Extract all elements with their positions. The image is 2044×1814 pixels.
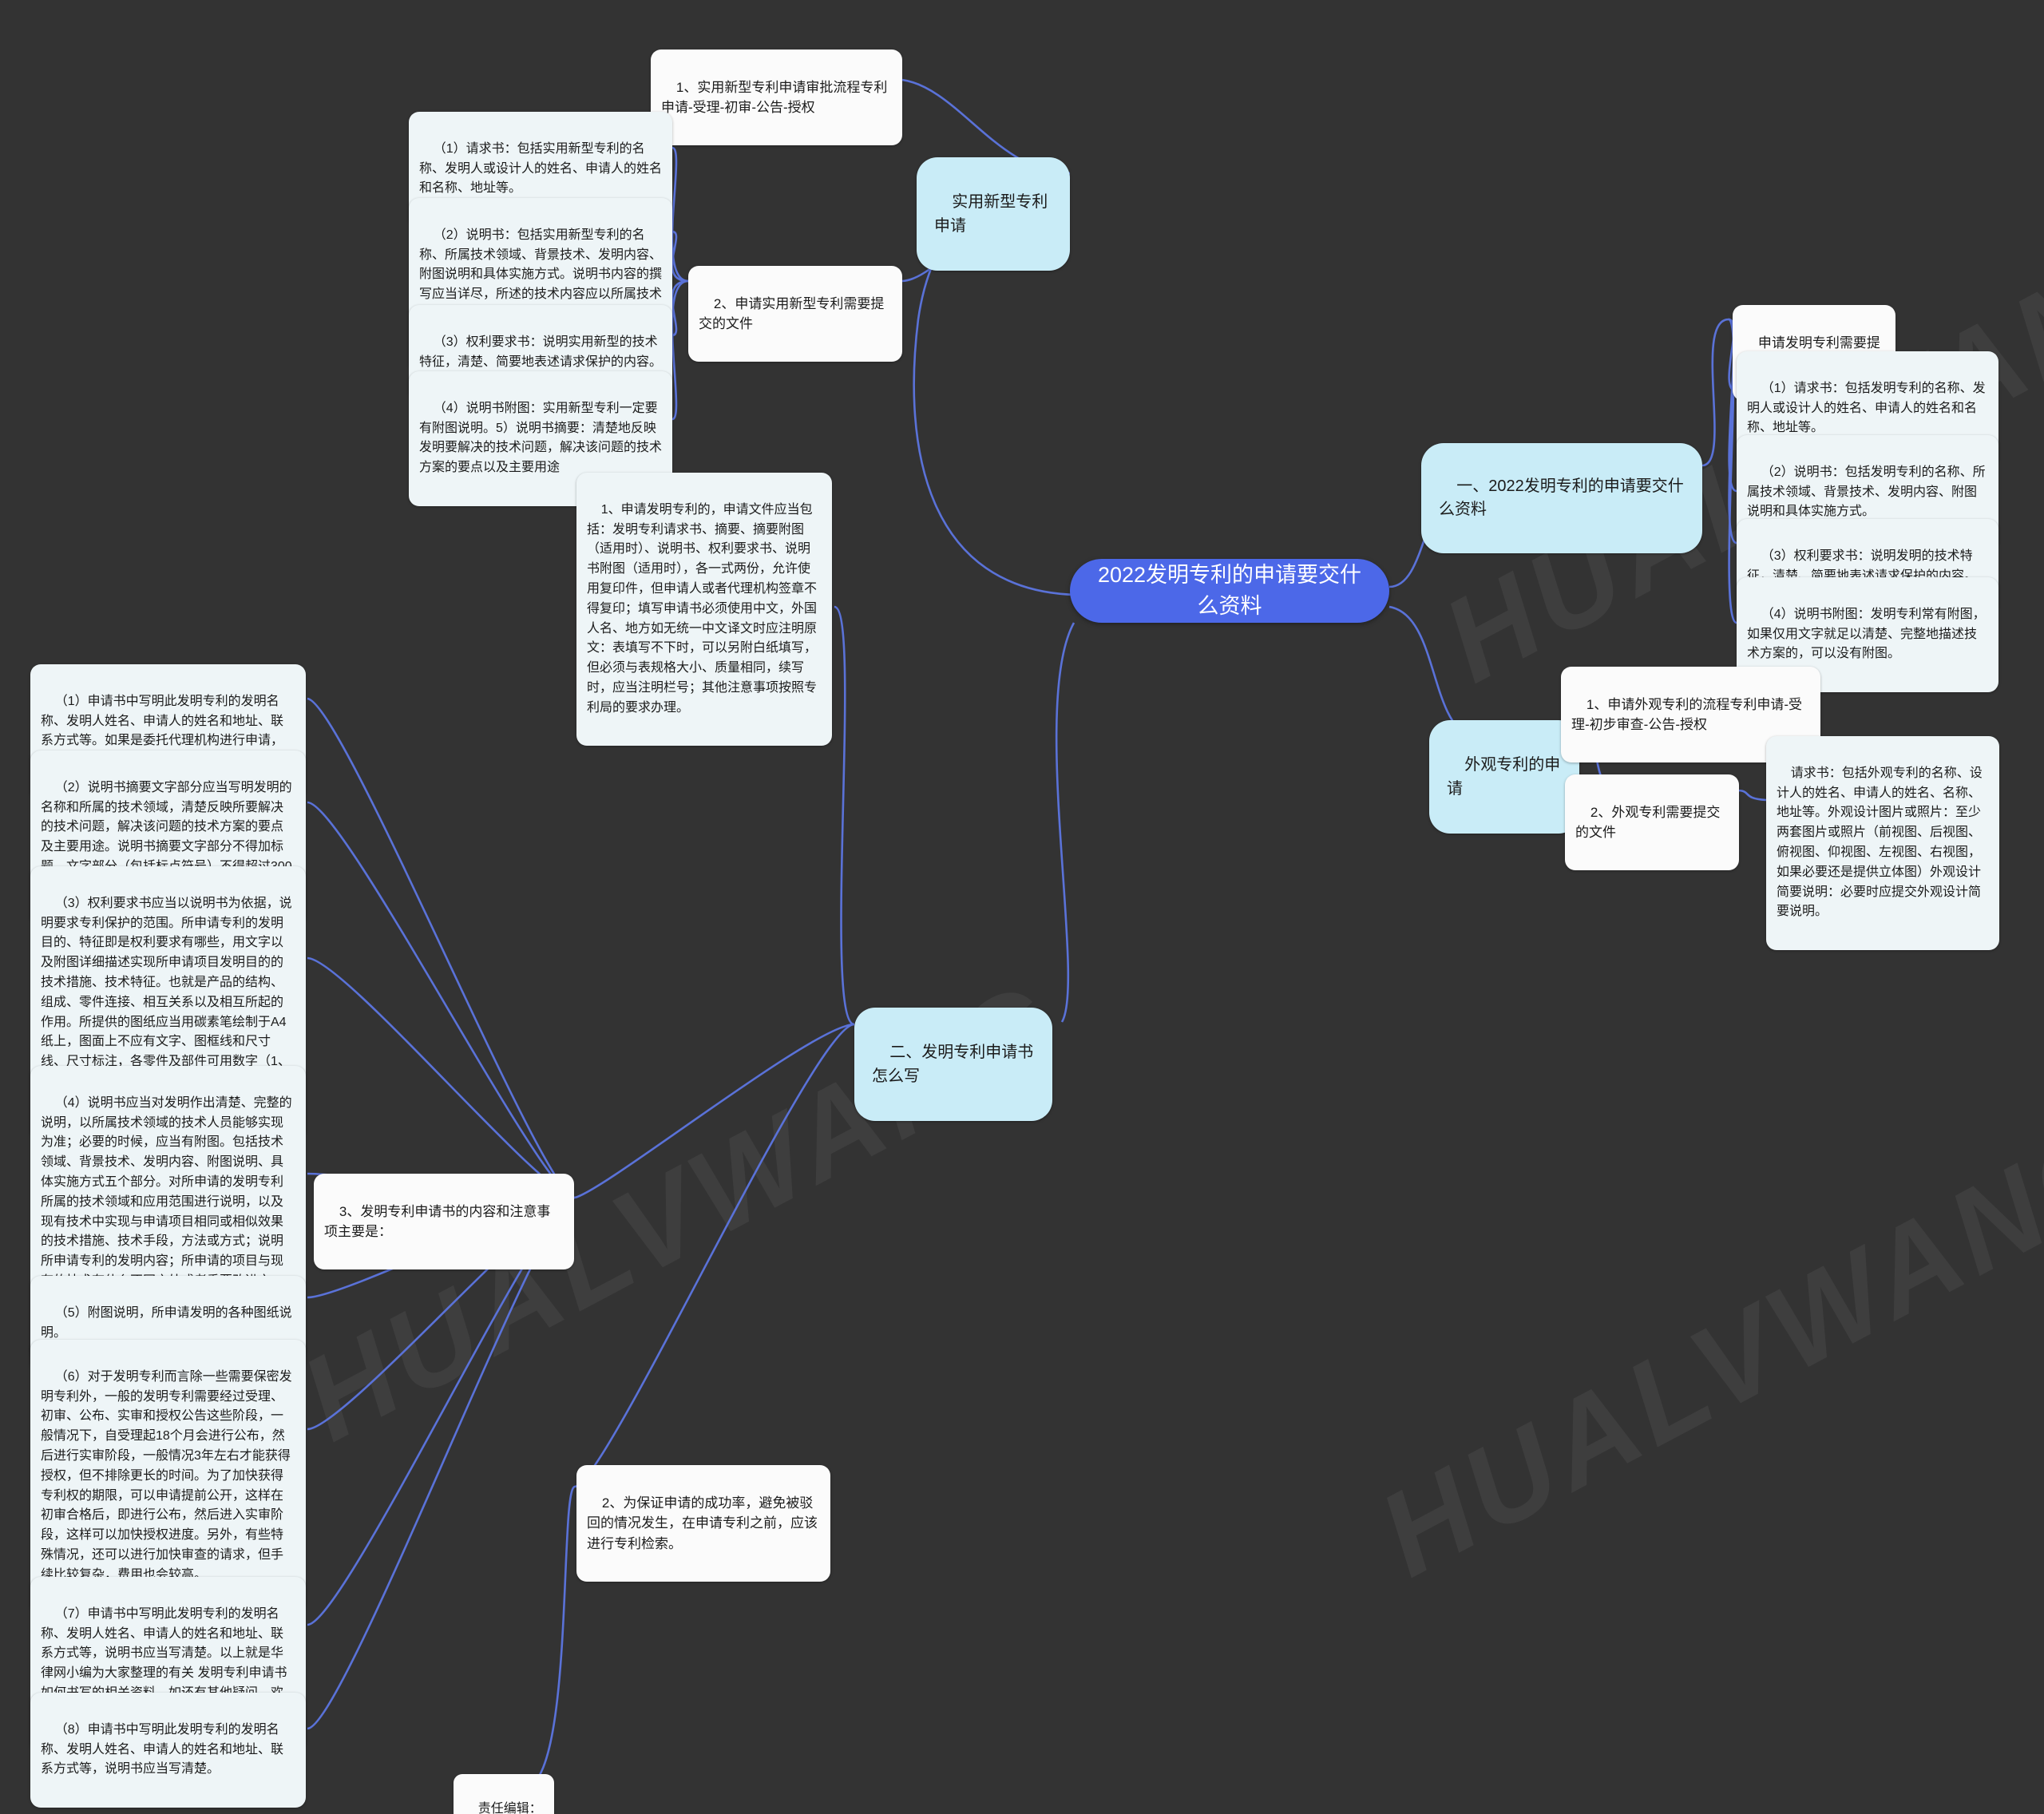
watermark: HUALVWANG [1358,1091,2044,1602]
utility-doc-3-text: （3）权利要求书：说明实用新型的技术特征，清楚、简要地表述请求保护的内容。 [419,335,663,369]
how-to-write-item-1-text: 1、申请发明专利的，申请文件应当包括：发明专利请求书、摘要、摘要附图（适用时）、… [587,502,818,715]
how-to-write-item-2-text: 2、为保证申请的成功率，避免被驳回的情况发生，在申请专利之前，应该进行专利检索。 [587,1495,818,1551]
design-step-2[interactable]: 2、外观专利需要提交的文件 [1565,774,1739,870]
invention-doc-1-text: （1）请求书：包括发明专利的名称、发明人或设计人的姓名、申请人的姓名和名称、地址… [1747,381,1986,435]
write-detail-8-text: （8）申请书中写明此发明专利的发明名称、发明人姓名、申请人的姓名和地址、联系方式… [41,1722,284,1776]
design-doc-1-text: 请求书：包括外观专利的名称、设计人的姓名、申请人的姓名、名称、地址等。外观设计图… [1777,766,1983,919]
branch-invention-materials[interactable]: 一、2022发明专利的申请要交什么资料 [1421,443,1702,553]
mindmap-canvas: HUALVWANG HUALVWANG HUALVWANG 2022发明专利的申… [0,0,2044,1814]
footer-editor-label: 责任编辑：周末 [477,1802,542,1814]
write-detail-5-text: （5）附图说明，所申请发明的各种图纸说明。 [41,1305,292,1340]
branch-how-to-write-label: 二、发明专利申请书怎么写 [872,1044,1034,1085]
design-step-1-label: 1、申请外观专利的流程专利申请-受理-初步审查-公告-授权 [1571,696,1803,733]
utility-doc-1-text: （1）请求书：包括实用新型专利的名称、发明人或设计人的姓名、申请人的姓名和名称、… [419,141,663,196]
invention-doc-2-text: （2）说明书：包括发明专利的名称、所属技术领域、背景技术、发明内容、附图说明和具… [1747,465,1986,519]
how-to-write-item-2[interactable]: 2、为保证申请的成功率，避免被驳回的情况发生，在申请专利之前，应该进行专利检索。 [576,1465,830,1582]
utility-step-2[interactable]: 2、申请实用新型专利需要提交的文件 [688,266,902,362]
utility-step-1-label: 1、实用新型专利申请审批流程专利申请-受理-初审-公告-授权 [661,79,888,116]
root-label: 2022发明专利的申请要交什么资料 [1097,562,1362,618]
invention-doc-4-text: （4）说明书附图：发明专利常有附图，如果仅用文字就足以清楚、完整地描述技术方案的… [1747,607,1986,661]
branch-design-patent-label: 外观专利的申请 [1447,756,1561,798]
design-step-2-label: 2、外观专利需要提交的文件 [1575,804,1721,841]
footer-editor-node[interactable]: 责任编辑：周末 [454,1774,554,1814]
branch-design-patent[interactable]: 外观专利的申请 [1429,720,1579,834]
branch-utility-model[interactable]: 实用新型专利申请 [917,157,1070,271]
how-to-write-item-1[interactable]: 1、申请发明专利的，申请文件应当包括：发明专利请求书、摘要、摘要附图（适用时）、… [576,473,832,747]
branch-invention-materials-label: 一、2022发明专利的申请要交什么资料 [1439,477,1684,518]
design-doc-1[interactable]: 请求书：包括外观专利的名称、设计人的姓名、申请人的姓名、名称、地址等。外观设计图… [1766,736,1999,950]
how-to-write-item-3[interactable]: 3、发明专利申请书的内容和注意事项主要是： [314,1174,574,1269]
write-detail-6[interactable]: （6）对于发明专利而言除一些需要保密发明专利外，一般的发明专利需要经过受理、初审… [30,1340,306,1614]
utility-step-1[interactable]: 1、实用新型专利申请审批流程专利申请-受理-初审-公告-授权 [651,50,902,145]
utility-doc-4-text: （4）说明书附图：实用新型专利一定要有附图说明。5）说明书摘要：清楚地反映发明要… [419,401,663,475]
utility-step-2-label: 2、申请实用新型专利需要提交的文件 [699,295,885,332]
how-to-write-item-3-label: 3、发明专利申请书的内容和注意事项主要是： [324,1203,551,1240]
write-detail-8[interactable]: （8）申请书中写明此发明专利的发明名称、发明人姓名、申请人的姓名和地址、联系方式… [30,1693,306,1808]
branch-how-to-write[interactable]: 二、发明专利申请书怎么写 [854,1008,1052,1121]
connector-lines [307,78,1767,1790]
root-node[interactable]: 2022发明专利的申请要交什么资料 [1070,559,1389,623]
write-detail-6-text: （6）对于发明专利而言除一些需要保密发明专利外，一般的发明专利需要经过受理、初审… [41,1369,292,1582]
branch-utility-model-label: 实用新型专利申请 [934,193,1048,235]
